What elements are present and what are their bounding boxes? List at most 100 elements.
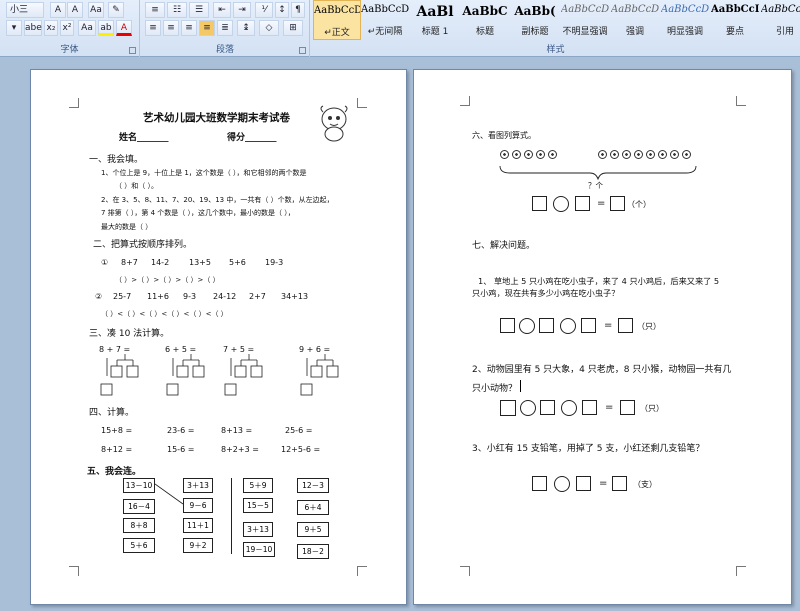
style-sample: AaBbCcDc — [314, 5, 360, 16]
font-dialog-launcher-icon[interactable] — [129, 47, 136, 54]
clear-format-button[interactable]: ✎ — [108, 2, 124, 18]
operator-circle[interactable] — [561, 400, 577, 416]
match-card[interactable]: 11＋1 — [183, 518, 213, 533]
font-size-select[interactable]: 小三 — [6, 2, 44, 18]
operator-circle[interactable] — [519, 318, 535, 334]
answer-box[interactable] — [581, 318, 596, 333]
make-ten-diagrams — [100, 354, 339, 396]
decrease-indent-button[interactable]: ⇤ — [213, 2, 231, 18]
line-spacing-button[interactable]: ↨ — [237, 20, 255, 36]
style-name: 副标题 — [521, 27, 549, 37]
font-color-icon[interactable]: A — [116, 20, 132, 36]
style-sample: AaBbCcDc — [611, 4, 659, 15]
q2-line: 只小动物？ — [472, 384, 518, 394]
answer-box[interactable] — [576, 476, 591, 491]
match-card[interactable]: 3＋13 — [243, 522, 273, 537]
operator-circle[interactable] — [553, 196, 569, 212]
style-name: 标题 1 — [421, 27, 449, 37]
style-option[interactable]: AaBb(副标题 — [511, 0, 559, 40]
answer-box[interactable] — [610, 196, 625, 211]
document-page-1[interactable]: 艺术幼儿园大班数学期末考试卷 姓名_______ 得分_______ 一、我会填… — [30, 69, 407, 605]
borders-button[interactable]: ⊞ — [283, 20, 303, 36]
increase-indent-button[interactable]: ⇥ — [233, 2, 251, 18]
shrink-font-button[interactable]: A — [67, 2, 83, 18]
equals-sign: = — [604, 320, 613, 331]
s2-item: ② — [95, 292, 103, 301]
operator-circle[interactable] — [520, 400, 536, 416]
style-option[interactable]: AaBbCcDc ↵无间隔 — [361, 0, 409, 40]
brace-icon — [499, 165, 697, 180]
align-center-button[interactable]: ≡ — [163, 20, 179, 36]
change-case-button[interactable]: Aa — [88, 2, 104, 18]
subscript-button[interactable]: x₂ — [44, 20, 58, 36]
justify-button[interactable]: ≡ — [199, 20, 215, 36]
bullets-button[interactable]: ≡ — [145, 2, 165, 18]
match-card[interactable]: 9＋2 — [183, 538, 213, 553]
answer-box[interactable] — [612, 476, 627, 491]
paragraph-dialog-launcher-icon[interactable] — [299, 47, 306, 54]
answer-box[interactable] — [620, 400, 635, 415]
style-option[interactable]: AaBbCcDc 引用 — [761, 0, 800, 40]
sort-button[interactable]: ↕ — [275, 2, 289, 18]
operator-circle[interactable] — [554, 476, 570, 492]
superscript-button[interactable]: x² — [60, 20, 74, 36]
match-card[interactable]: 16－4 — [123, 499, 155, 514]
align-right-button[interactable]: ≡ — [181, 20, 197, 36]
distribute-button[interactable]: ≣ — [217, 20, 233, 36]
match-card[interactable]: 8＋8 — [123, 518, 155, 533]
style-option[interactable]: AaBbCcDc 强调 — [611, 0, 659, 40]
answer-box[interactable] — [575, 196, 590, 211]
equals-sign: = — [599, 478, 608, 489]
shading-button[interactable]: ◇ — [259, 20, 279, 36]
answer-box[interactable] — [500, 400, 516, 416]
answer-box[interactable] — [582, 400, 597, 415]
underline-dropdown-icon[interactable]: ▾ — [6, 20, 22, 36]
text-effect-button[interactable]: Aa — [78, 20, 96, 36]
styles-group-label: 样式 — [546, 45, 565, 55]
match-card[interactable]: 9－6 — [183, 498, 213, 513]
style-name: 明显强调 — [666, 27, 703, 37]
chinese-layout-button[interactable]: ⅟ — [255, 2, 273, 18]
operator-circle[interactable] — [560, 318, 576, 334]
style-option[interactable]: AaBbC 标题 — [461, 0, 509, 40]
section-6-heading: 六、看图列算式。 — [472, 131, 536, 140]
match-card[interactable]: 19－10 — [243, 542, 275, 557]
answer-box[interactable] — [532, 196, 547, 211]
match-card[interactable]: 6＋4 — [297, 500, 329, 515]
match-card[interactable]: 5＋9 — [243, 478, 273, 493]
numbering-button[interactable]: ☷ — [167, 2, 187, 18]
calc-item: 12+5-6 = — [281, 445, 321, 454]
grow-font-button[interactable]: A — [50, 2, 66, 18]
s2-item: 34+13 — [281, 292, 309, 301]
s2-item: 14-2 — [151, 258, 170, 267]
match-card[interactable]: 5＋6 — [123, 538, 155, 553]
answer-box[interactable] — [532, 476, 547, 491]
calc-item: 23-6 = — [167, 426, 195, 435]
show-marks-button[interactable]: ¶ — [291, 2, 305, 18]
match-card[interactable]: 12－3 — [297, 478, 329, 493]
answer-box[interactable] — [500, 318, 515, 333]
match-card[interactable]: 13－10 — [123, 478, 155, 493]
ribbon: 小三 A A Aa ✎ ▾ abe x₂ x² Aa ab A 字体 ≡ ☷ ☰… — [0, 0, 800, 57]
match-card[interactable]: 15－5 — [243, 498, 273, 513]
s1-line: （ ）和（ ）。 — [115, 182, 158, 190]
align-left-button[interactable]: ≡ — [145, 20, 161, 36]
style-option[interactable]: AaBl 标题 1 — [411, 0, 459, 40]
style-option[interactable]: AaBbCcDc 不明显强调 — [561, 0, 609, 40]
answer-box[interactable] — [540, 400, 555, 415]
section-3-heading: 三、凑 10 法计算。 — [89, 329, 170, 339]
font-group-label: 字体 — [60, 45, 79, 55]
style-option[interactable]: AaBbCcD 要点 — [711, 0, 759, 40]
document-page-2[interactable]: 六、看图列算式。 ？个 = （个） 七、解决问题。 1、 草地上 5 只小鸡在吃… — [413, 69, 792, 605]
style-option[interactable]: AaBbCcDc 明显强调 — [661, 0, 709, 40]
answer-box[interactable] — [618, 318, 633, 333]
strikethrough-button[interactable]: abe — [24, 20, 42, 36]
multilevel-list-button[interactable]: ☰ — [189, 2, 209, 18]
answer-box[interactable] — [539, 318, 554, 333]
match-card[interactable]: 18－2 — [297, 544, 329, 559]
match-card[interactable]: 3＋13 — [183, 478, 213, 493]
match-card[interactable]: 9＋5 — [297, 522, 329, 537]
highlight-color-icon[interactable]: ab — [98, 20, 114, 36]
style-option[interactable]: AaBbCcDc ↵正文 — [313, 0, 361, 40]
section-4-heading: 四、计算。 — [89, 408, 135, 418]
